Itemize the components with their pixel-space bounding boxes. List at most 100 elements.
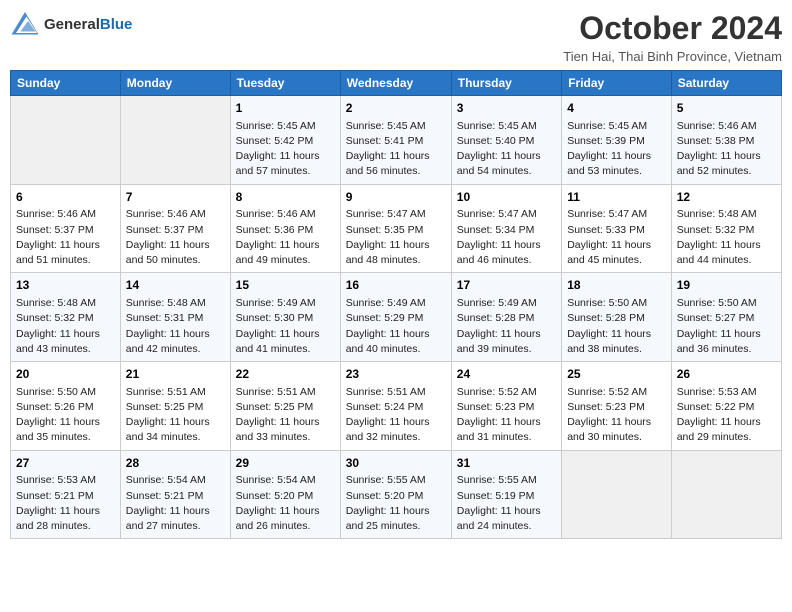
calendar-cell: 5 Sunrise: 5:46 AMSunset: 5:38 PMDaylight… [671,96,781,185]
day-number: 28 [126,455,225,472]
cell-detail: Sunrise: 5:53 AMSunset: 5:21 PMDaylight:… [16,473,115,534]
calendar-cell [120,96,230,185]
header-row: SundayMondayTuesdayWednesdayThursdayFrid… [11,71,782,96]
cell-detail: Sunrise: 5:45 AMSunset: 5:42 PMDaylight:… [236,119,335,180]
week-row-3: 13Sunrise: 5:48 AMSunset: 5:32 PMDayligh… [11,273,782,362]
calendar-cell: 8Sunrise: 5:46 AMSunset: 5:36 PMDaylight… [230,184,340,273]
cell-detail: Sunrise: 5:52 AMSunset: 5:23 PMDaylight:… [457,385,556,446]
cell-detail: Sunrise: 5:46 AMSunset: 5:38 PMDaylight:… [677,119,776,180]
day-number: 10 [457,189,556,206]
cell-detail: Sunrise: 5:45 AMSunset: 5:41 PMDaylight:… [346,119,446,180]
header-day-tuesday: Tuesday [230,71,340,96]
day-number: 15 [236,277,335,294]
day-number: 14 [126,277,225,294]
day-number: 29 [236,455,335,472]
calendar-cell: 19Sunrise: 5:50 AMSunset: 5:27 PMDayligh… [671,273,781,362]
calendar-cell [11,96,121,185]
calendar-cell [671,450,781,539]
calendar-cell [562,450,672,539]
day-number: 4 [567,100,666,117]
header-day-friday: Friday [562,71,672,96]
day-number: 12 [677,189,776,206]
day-number: 19 [677,277,776,294]
day-number: 27 [16,455,115,472]
cell-detail: Sunrise: 5:48 AMSunset: 5:32 PMDaylight:… [677,207,776,268]
calendar-header: SundayMondayTuesdayWednesdayThursdayFrid… [11,71,782,96]
calendar-body: 1Sunrise: 5:45 AMSunset: 5:42 PMDaylight… [11,96,782,539]
calendar-cell: 27Sunrise: 5:53 AMSunset: 5:21 PMDayligh… [11,450,121,539]
cell-detail: Sunrise: 5:49 AMSunset: 5:30 PMDaylight:… [236,296,335,357]
calendar-cell: 7Sunrise: 5:46 AMSunset: 5:37 PMDaylight… [120,184,230,273]
logo-blue: Blue [100,16,133,33]
calendar-cell: 13Sunrise: 5:48 AMSunset: 5:32 PMDayligh… [11,273,121,362]
calendar-cell: 25 Sunrise: 5:52 AMSunset: 5:23 PMDayligh… [562,362,672,451]
logo-icon [10,10,40,38]
calendar-cell: 30Sunrise: 5:55 AMSunset: 5:20 PMDayligh… [340,450,451,539]
day-number: 20 [16,366,115,383]
logo: GeneralBlue [10,10,132,38]
calendar-table: SundayMondayTuesdayWednesdayThursdayFrid… [10,70,782,539]
day-number: 30 [346,455,446,472]
cell-detail: Sunrise: 5:50 AMSunset: 5:26 PMDaylight:… [16,385,115,446]
cell-detail: Sunrise: 5:48 AMSunset: 5:31 PMDaylight:… [126,296,225,357]
week-row-4: 20 Sunrise: 5:50 AMSunset: 5:26 PMDayligh… [11,362,782,451]
day-number: 6 [16,189,115,206]
day-number: 9 [346,189,446,206]
calendar-cell: 23Sunrise: 5:51 AMSunset: 5:24 PMDayligh… [340,362,451,451]
calendar-cell: 4 Sunrise: 5:45 AMSunset: 5:39 PMDaylight… [562,96,672,185]
calendar-cell: 11Sunrise: 5:47 AMSunset: 5:33 PMDayligh… [562,184,672,273]
calendar-cell: 29Sunrise: 5:54 AMSunset: 5:20 PMDayligh… [230,450,340,539]
header-day-wednesday: Wednesday [340,71,451,96]
week-row-5: 27Sunrise: 5:53 AMSunset: 5:21 PMDayligh… [11,450,782,539]
calendar-cell: 3 Sunrise: 5:45 AMSunset: 5:40 PMDaylight… [451,96,561,185]
cell-detail: Sunrise: 5:47 AMSunset: 5:33 PMDaylight:… [567,207,666,268]
day-number: 3 [457,100,556,117]
day-number: 22 [236,366,335,383]
month-title: October 2024 [563,10,782,47]
day-number: 5 [677,100,776,117]
title-block: October 2024 Tien Hai, Thai Binh Provinc… [563,10,782,64]
calendar-cell: 15 Sunrise: 5:49 AMSunset: 5:30 PMDayligh… [230,273,340,362]
calendar-cell: 31Sunrise: 5:55 AMSunset: 5:19 PMDayligh… [451,450,561,539]
cell-detail: Sunrise: 5:51 AMSunset: 5:25 PMDaylight:… [126,385,225,446]
calendar-cell: 22Sunrise: 5:51 AMSunset: 5:25 PMDayligh… [230,362,340,451]
day-number: 24 [457,366,556,383]
day-number: 18 [567,277,666,294]
cell-detail: Sunrise: 5:45 AMSunset: 5:40 PMDaylight:… [457,119,556,180]
day-number: 2 [346,100,446,117]
cell-detail: Sunrise: 5:49 AMSunset: 5:29 PMDaylight:… [346,296,446,357]
day-number: 8 [236,189,335,206]
calendar-cell: 26Sunrise: 5:53 AMSunset: 5:22 PMDayligh… [671,362,781,451]
calendar-cell: 24 Sunrise: 5:52 AMSunset: 5:23 PMDayligh… [451,362,561,451]
cell-detail: Sunrise: 5:46 AMSunset: 5:37 PMDaylight:… [126,207,225,268]
cell-detail: Sunrise: 5:50 AMSunset: 5:28 PMDaylight:… [567,296,666,357]
day-number: 31 [457,455,556,472]
cell-detail: Sunrise: 5:52 AMSunset: 5:23 PMDaylight:… [567,385,666,446]
header-day-saturday: Saturday [671,71,781,96]
day-number: 21 [126,366,225,383]
logo-text: GeneralBlue [44,16,132,33]
cell-detail: Sunrise: 5:45 AMSunset: 5:39 PMDaylight:… [567,119,666,180]
calendar-cell: 18 Sunrise: 5:50 AMSunset: 5:28 PMDayligh… [562,273,672,362]
calendar-cell: 17Sunrise: 5:49 AMSunset: 5:28 PMDayligh… [451,273,561,362]
day-number: 16 [346,277,446,294]
day-number: 11 [567,189,666,206]
header-day-sunday: Sunday [11,71,121,96]
header-day-monday: Monday [120,71,230,96]
calendar-cell: 9Sunrise: 5:47 AMSunset: 5:35 PMDaylight… [340,184,451,273]
day-number: 25 [567,366,666,383]
logo-general: General [44,16,100,33]
cell-detail: Sunrise: 5:54 AMSunset: 5:21 PMDaylight:… [126,473,225,534]
calendar-cell: 2 Sunrise: 5:45 AMSunset: 5:41 PMDaylight… [340,96,451,185]
cell-detail: Sunrise: 5:49 AMSunset: 5:28 PMDaylight:… [457,296,556,357]
calendar-cell: 28Sunrise: 5:54 AMSunset: 5:21 PMDayligh… [120,450,230,539]
cell-detail: Sunrise: 5:53 AMSunset: 5:22 PMDaylight:… [677,385,776,446]
header-day-thursday: Thursday [451,71,561,96]
calendar-cell: 12Sunrise: 5:48 AMSunset: 5:32 PMDayligh… [671,184,781,273]
calendar-cell: 10Sunrise: 5:47 AMSunset: 5:34 PMDayligh… [451,184,561,273]
cell-detail: Sunrise: 5:47 AMSunset: 5:34 PMDaylight:… [457,207,556,268]
page-header: GeneralBlue October 2024 Tien Hai, Thai … [10,10,782,64]
calendar-cell: 14 Sunrise: 5:48 AMSunset: 5:31 PMDayligh… [120,273,230,362]
cell-detail: Sunrise: 5:51 AMSunset: 5:24 PMDaylight:… [346,385,446,446]
cell-detail: Sunrise: 5:47 AMSunset: 5:35 PMDaylight:… [346,207,446,268]
